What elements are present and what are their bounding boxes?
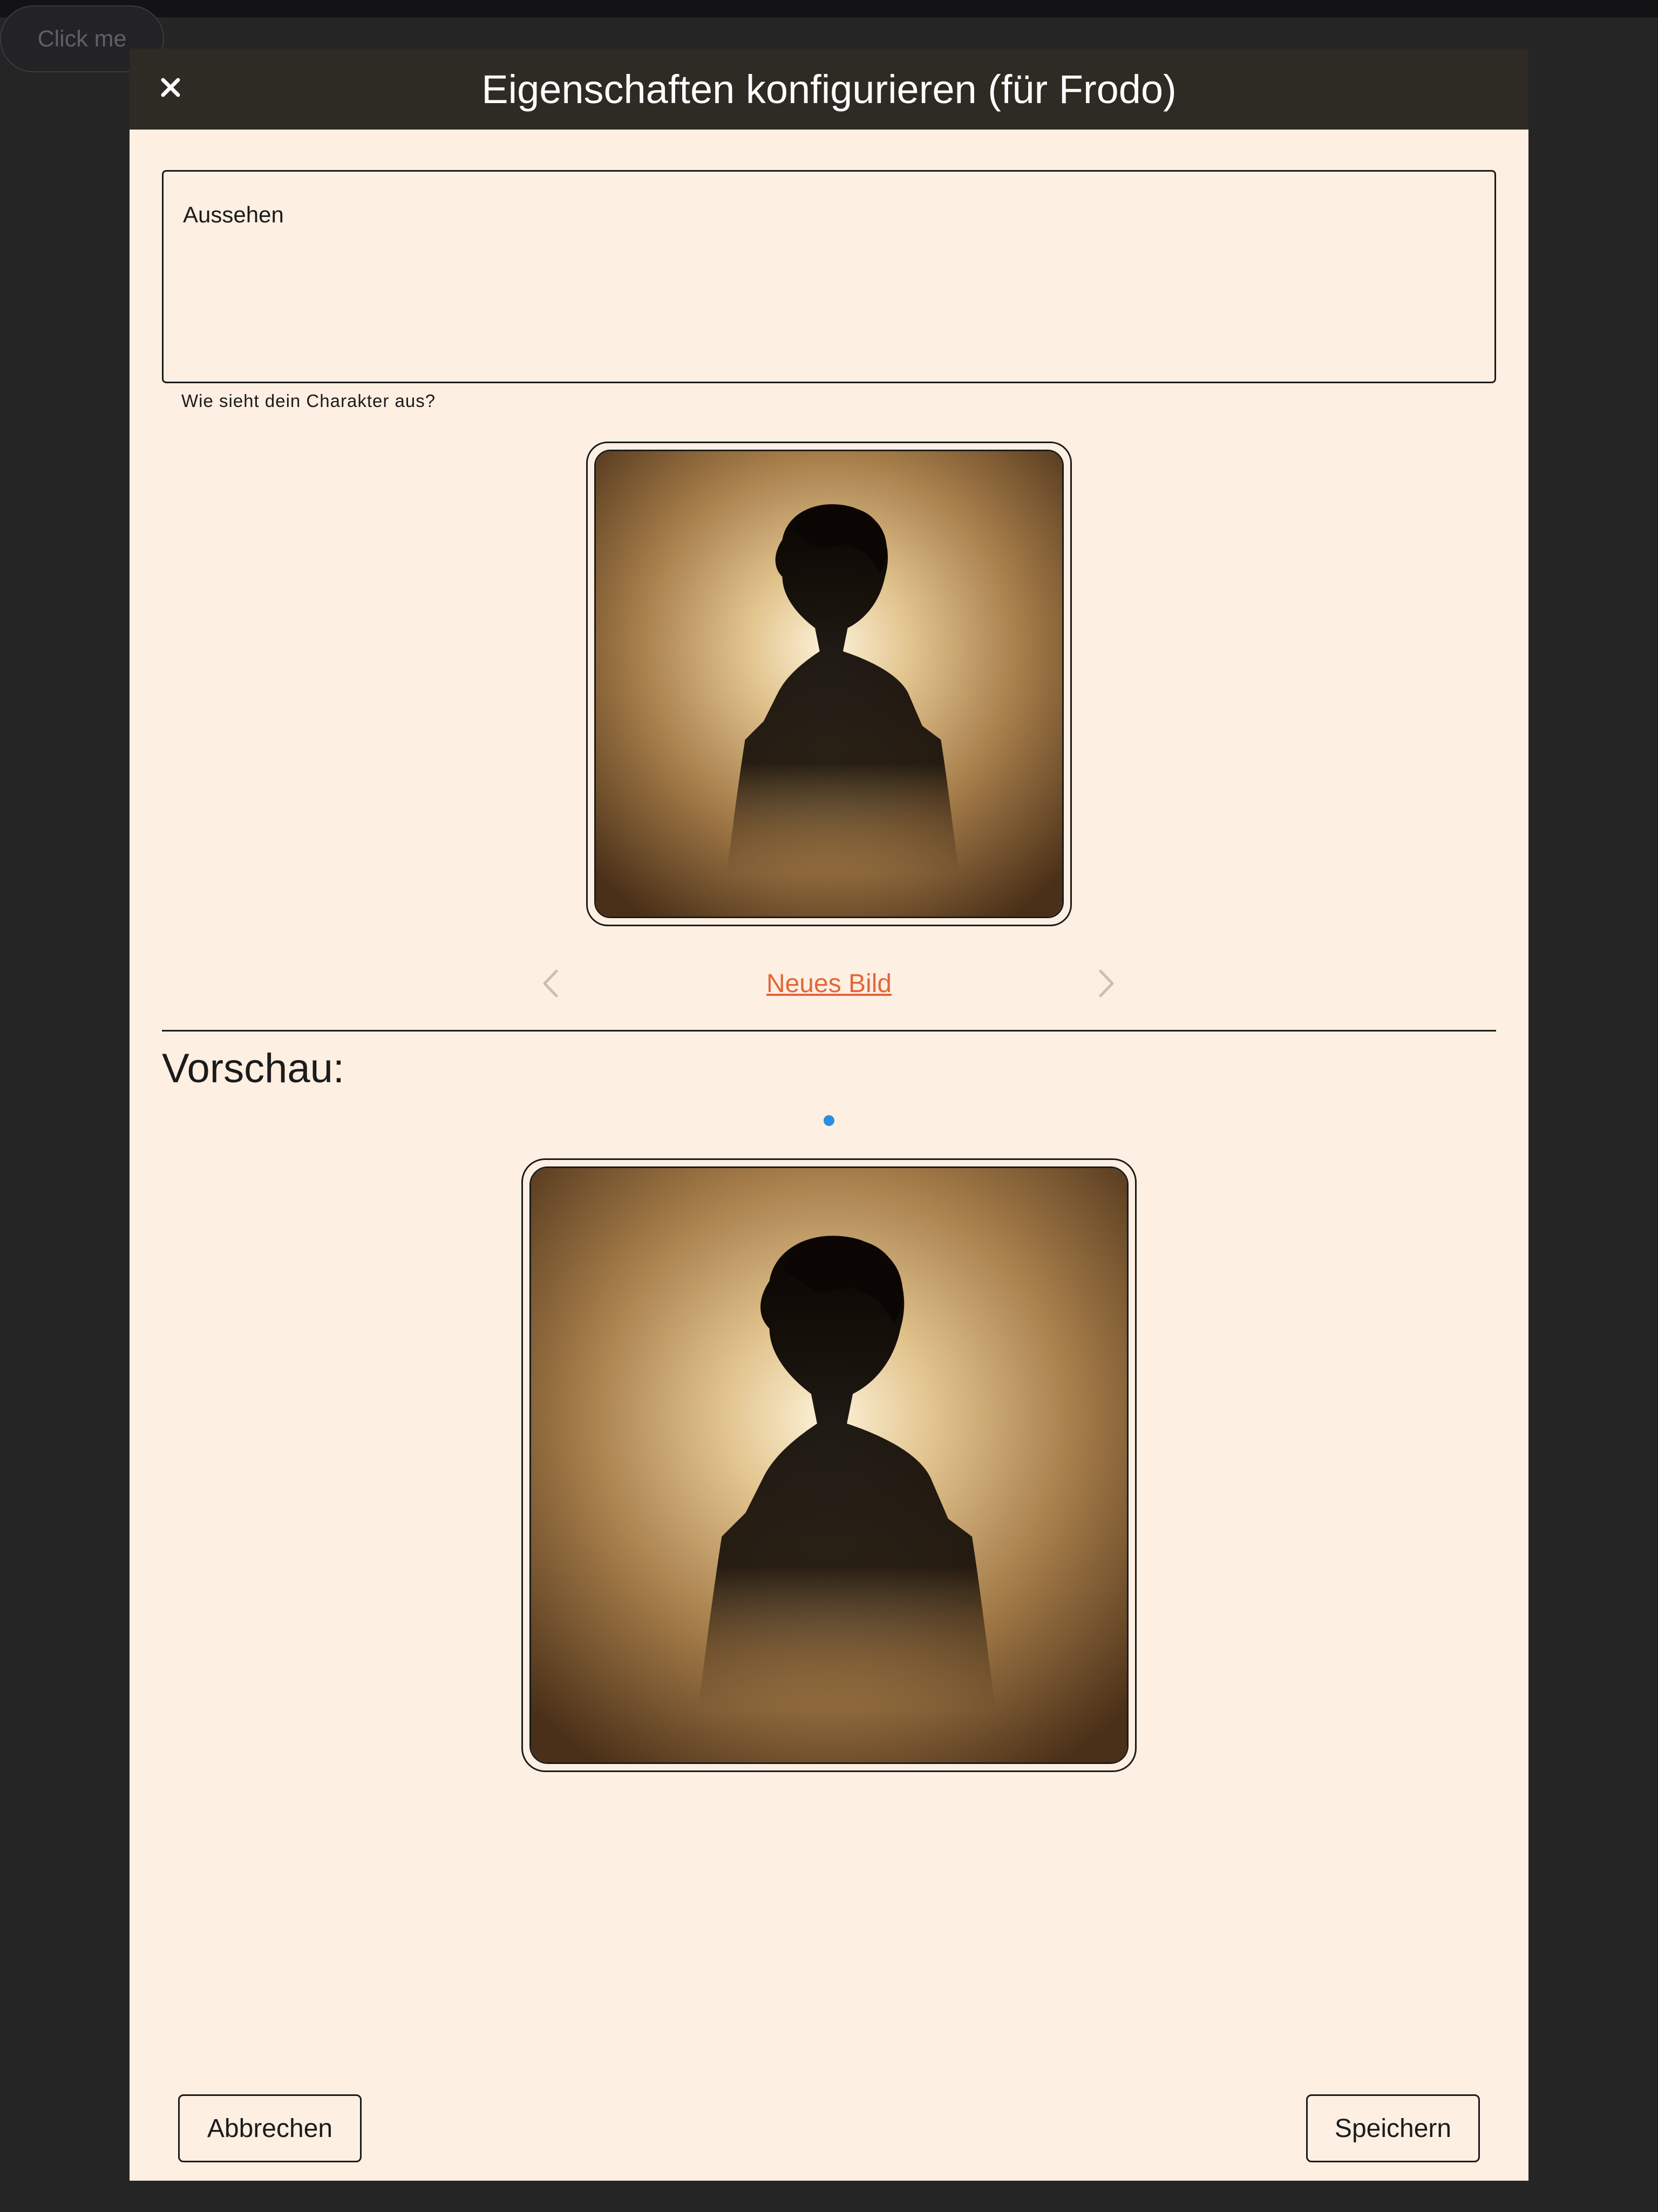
close-icon[interactable]	[151, 68, 190, 107]
dialog-header: Eigenschaften konfigurieren (für Frodo)	[130, 49, 1528, 130]
preview-image-frame	[521, 1158, 1137, 1772]
appearance-label: Aussehen	[183, 202, 284, 227]
preview-heading: Vorschau:	[162, 1046, 344, 1091]
top-bar	[0, 0, 1658, 17]
previous-image-button[interactable]	[534, 962, 567, 1005]
chevron-left-icon	[543, 969, 558, 998]
appearance-helper-text: Wie sieht dein Charakter aus?	[181, 391, 436, 411]
save-button[interactable]: Speichern	[1306, 2094, 1480, 2162]
page-indicator-dot	[824, 1115, 834, 1126]
chevron-right-icon	[1099, 969, 1114, 998]
preview-portrait	[529, 1166, 1129, 1764]
appearance-textarea[interactable]: Aussehen	[162, 170, 1496, 383]
dialog-title: Eigenschaften konfigurieren (für Frodo)	[481, 66, 1177, 112]
character-portrait	[594, 450, 1064, 918]
cancel-button[interactable]: Abbrechen	[178, 2094, 362, 2162]
next-image-button[interactable]	[1090, 962, 1123, 1005]
new-image-link[interactable]: Neues Bild	[721, 962, 937, 1005]
section-divider	[162, 1030, 1496, 1032]
configure-properties-dialog: Eigenschaften konfigurieren (für Frodo) …	[130, 49, 1528, 2181]
character-image-frame	[586, 442, 1072, 926]
